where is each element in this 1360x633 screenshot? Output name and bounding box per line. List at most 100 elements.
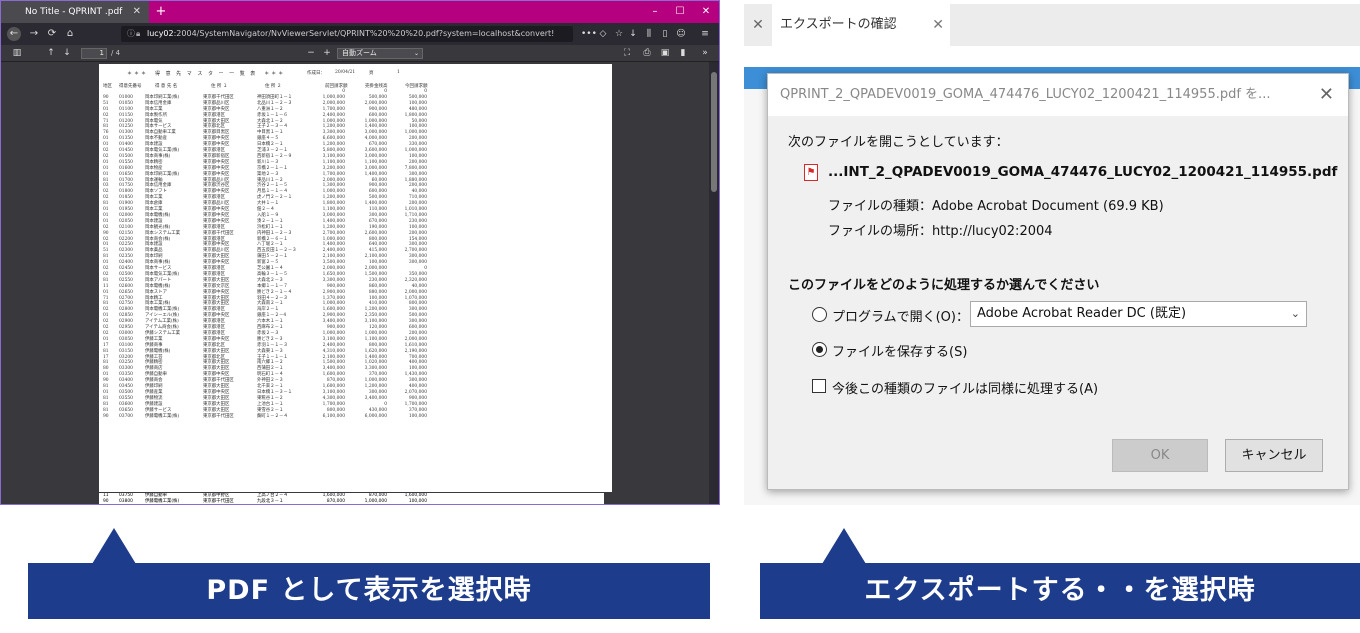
zoom-in-button[interactable]: + (321, 47, 333, 59)
file-location: ファイルの場所：http://lucy02:2004 (828, 224, 1053, 239)
dialog-close-icon[interactable]: ✕ (1319, 74, 1334, 116)
navigation-bar: ← → ⟳ ⌂ ⓘ 🔒︎ lucy02:2004/SystemNavigator… (1, 23, 719, 45)
table-cell: 東京都千代田区 (203, 413, 234, 419)
window-close-button[interactable]: ✕ (695, 1, 717, 23)
ok-button[interactable]: OK (1112, 439, 1208, 472)
remember-label[interactable]: 今後この種類のファイルは同様に処理する(A) (832, 378, 1098, 397)
info-icon[interactable]: ⓘ (127, 26, 135, 42)
print-icon[interactable]: ⎙ (641, 47, 653, 59)
home-icon[interactable]: ⌂ (63, 27, 77, 41)
pdf-file-icon: ⚑ (804, 164, 818, 181)
export-tab-title: エクスポートの確認 (780, 17, 897, 32)
zoom-select[interactable]: 自動ズーム ⌄ (337, 48, 423, 59)
sidebar-icon[interactable]: ▯ (659, 27, 671, 41)
minimize-button[interactable]: – (644, 1, 666, 23)
open-with-label[interactable]: プログラムで開く(O)： (832, 306, 969, 325)
reload-icon[interactable]: ⟳ (45, 27, 59, 41)
callout-pointer-left (92, 528, 136, 564)
bookmark-icon[interactable]: ▮ (677, 47, 689, 59)
remember-checkbox[interactable] (812, 379, 826, 393)
toggle-sidebar-icon[interactable]: ▥ (11, 47, 23, 59)
page-actions-icon[interactable]: ••• (581, 27, 597, 41)
menu-icon[interactable]: ≡ (699, 27, 711, 41)
url-host: lucy02 (147, 29, 174, 38)
table-cell: 1,000,000 (364, 498, 387, 504)
close-icon[interactable]: ✕ (744, 4, 772, 46)
dialog-title: QPRINT_2_QPADEV0019_GOMA_474476_LUCY02_1… (768, 74, 1348, 116)
page-label: 頁 (369, 71, 374, 76)
tools-icon[interactable]: » (699, 47, 711, 59)
tab-export-confirm[interactable]: エクスポートの確認 ✕ (772, 4, 950, 46)
caption-right: エクスポートする・・を選択時 (760, 563, 1360, 619)
table-cell: 6,100,000 (322, 413, 345, 419)
pdf-viewer[interactable]: ＊＊＊ 得 意 先 マ ス タ ー 一 覧 表 ＊＊＊ 作成日： 20/04/2… (1, 62, 709, 504)
table-cell: 伊藤電機工業(株) (145, 498, 180, 504)
table-cell: 90 (103, 498, 109, 504)
handling-question: このファイルをどのように処理するか選んでください (788, 278, 1100, 293)
table-cell: 麹町１－２－４ (257, 413, 288, 419)
file-name: ...INT_2_QPADEV0019_GOMA_474476_LUCY02_1… (828, 164, 1338, 180)
table-cell: 870,000 (326, 498, 345, 504)
pdf-toolbar: ▥ ↑ ↓ 1 / 4 − + 自動ズーム ⌄ ⛶ ⎙ ▣ ▮ » (1, 45, 719, 62)
pdf-page: ＊＊＊ 得 意 先 マ ス タ ー 一 覧 表 ＊＊＊ 作成日： 20/04/2… (99, 64, 612, 492)
open-with-radio[interactable] (812, 307, 827, 322)
program-select-value: Adobe Acrobat Reader DC (既定) (977, 306, 1187, 321)
pocket-icon[interactable]: ◇ (597, 27, 609, 41)
tab-pdf[interactable]: No Title - QPRINT .pdf ✕ (1, 1, 149, 23)
lock-icon: 🔒︎ (136, 29, 141, 38)
back-icon[interactable]: ← (7, 27, 21, 41)
scrollbar-thumb[interactable] (711, 72, 717, 192)
table-cell: 伊藤電機工業(株) (145, 413, 180, 419)
next-page-icon[interactable]: ↓ (61, 47, 73, 59)
cancel-button[interactable]: キャンセル (1225, 439, 1323, 472)
table-row: 90 03800 伊藤電機工業(株) 東京都千代田区 九段北３－１ 870,000 1,00… (99, 498, 604, 504)
account-icon[interactable]: ☺ (675, 27, 687, 41)
bookmark-star-icon[interactable]: ☆ (613, 27, 625, 41)
forward-icon[interactable]: → (27, 27, 41, 41)
address-bar[interactable]: ⓘ 🔒︎ lucy02:2004/SystemNavigator/NvViewe… (121, 26, 573, 42)
previous-page-icon[interactable]: ↑ (45, 47, 57, 59)
viewer-scrollbar[interactable] (709, 62, 719, 504)
chevron-down-icon: ⌄ (1290, 307, 1300, 320)
opening-message: 次のファイルを開こうとしています： (788, 135, 1009, 150)
table-cell: 03800 (119, 498, 133, 504)
callout-pointer-right (822, 528, 866, 564)
table-cell: 九段北３－１ (257, 498, 284, 504)
created-date: 20/04/21 (335, 70, 356, 75)
report-title: ＊＊＊ 得 意 先 マ ス タ ー 一 覧 表 ＊＊＊ (127, 71, 286, 77)
tab-close-icon[interactable]: ✕ (932, 4, 944, 46)
library-icon[interactable]: ⫼ (643, 27, 655, 41)
page-no: 1 (397, 70, 400, 75)
page-total: / 4 (111, 49, 121, 57)
table-cell: 100,000 (408, 498, 427, 504)
presentation-mode-icon[interactable]: ⛶ (621, 47, 633, 59)
open-file-dialog: QPRINT_2_QPADEV0019_GOMA_474476_LUCY02_1… (767, 73, 1349, 490)
pdf-page-2: 11 03750 伊藤自動車 東京都中野区 上高ノ台２－４ 1,600,000 870,00… (99, 493, 604, 504)
table-cell: 90 (103, 413, 109, 419)
save-file-label[interactable]: ファイルを保存する(S) (832, 341, 967, 360)
chevron-down-icon: ⌄ (413, 50, 419, 57)
firefox-window: No Title - QPRINT .pdf ✕ + – ☐ ✕ ← → ⟳ ⌂… (0, 0, 720, 505)
table-cell: 100,000 (408, 413, 427, 419)
tab-title: No Title - QPRINT .pdf (25, 7, 123, 17)
new-tab-button[interactable]: + (153, 1, 169, 23)
url-path: :2004/SystemNavigator/NvViewerServlet/QP… (173, 29, 555, 38)
file-type: ファイルの種類：Adobe Acrobat Document (69.9 KB) (828, 199, 1164, 214)
download-icon[interactable]: ↓ (627, 27, 639, 41)
save-file-radio[interactable] (812, 342, 827, 357)
maximize-button[interactable]: ☐ (669, 1, 691, 23)
program-select[interactable]: Adobe Acrobat Reader DC (既定) ⌄ (970, 301, 1307, 327)
table-cell: 東京都千代田区 (203, 498, 234, 504)
tab-strip: No Title - QPRINT .pdf ✕ + – ☐ ✕ (1, 1, 719, 23)
zoom-value: 自動ズーム (342, 49, 377, 57)
caption-left: PDF として表示を選択時 (28, 563, 710, 619)
table-cell: 6,000,000 (364, 413, 387, 419)
zoom-out-button[interactable]: − (305, 47, 317, 59)
tab-close-icon[interactable]: ✕ (133, 1, 141, 23)
created-label: 作成日： (307, 71, 325, 76)
save-icon[interactable]: ▣ (659, 47, 671, 59)
table-row: 90 03700 伊藤電機工業(株) 東京都千代田区 麹町１－２－４ 6,100,000 6… (99, 414, 612, 420)
page-number-input[interactable]: 1 (81, 48, 107, 59)
table-cell: 03700 (119, 413, 133, 419)
stage: No Title - QPRINT .pdf ✕ + – ☐ ✕ ← → ⟳ ⌂… (0, 0, 1360, 633)
